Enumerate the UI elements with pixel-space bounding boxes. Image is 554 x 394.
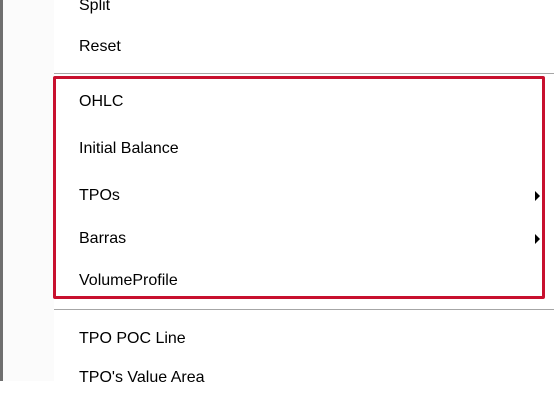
menu-item-label: TPOs: [79, 187, 120, 204]
menu-separator: [54, 73, 554, 75]
menu-item-label: VolumeProfile: [79, 272, 178, 289]
submenu-arrow-icon: [535, 234, 540, 244]
menu-item-reset[interactable]: Reset: [54, 31, 554, 63]
menu-icon-gutter: [3, 0, 54, 381]
menu-item-label: OHLC: [79, 93, 124, 110]
menu-item-label: TPO POC Line: [79, 330, 186, 347]
menu-item-tpo-poc-line[interactable]: TPO POC Line: [54, 323, 554, 355]
menu-separator: [54, 309, 554, 311]
menu-item-volumeprofile[interactable]: VolumeProfile: [54, 265, 554, 297]
menu-item-label: TPO's Value Area: [79, 369, 205, 386]
context-menu: Split Reset OHLC Initial Balance TPOs Ba…: [54, 0, 554, 386]
menu-item-barras[interactable]: Barras: [54, 223, 554, 255]
menu-item-split[interactable]: Split: [54, 0, 554, 22]
menu-item-ohlc[interactable]: OHLC: [54, 86, 554, 118]
menu-item-label: Reset: [79, 38, 121, 55]
menu-item-label: Initial Balance: [79, 140, 179, 157]
submenu-arrow-icon: [535, 191, 540, 201]
menu-item-initial-balance[interactable]: Initial Balance: [54, 133, 554, 165]
menu-item-tpos-value-area[interactable]: TPO's Value Area: [54, 362, 554, 394]
menu-item-label: Barras: [79, 230, 127, 247]
menu-item-tpos[interactable]: TPOs: [54, 180, 554, 212]
menu-item-label: Split: [79, 0, 111, 14]
